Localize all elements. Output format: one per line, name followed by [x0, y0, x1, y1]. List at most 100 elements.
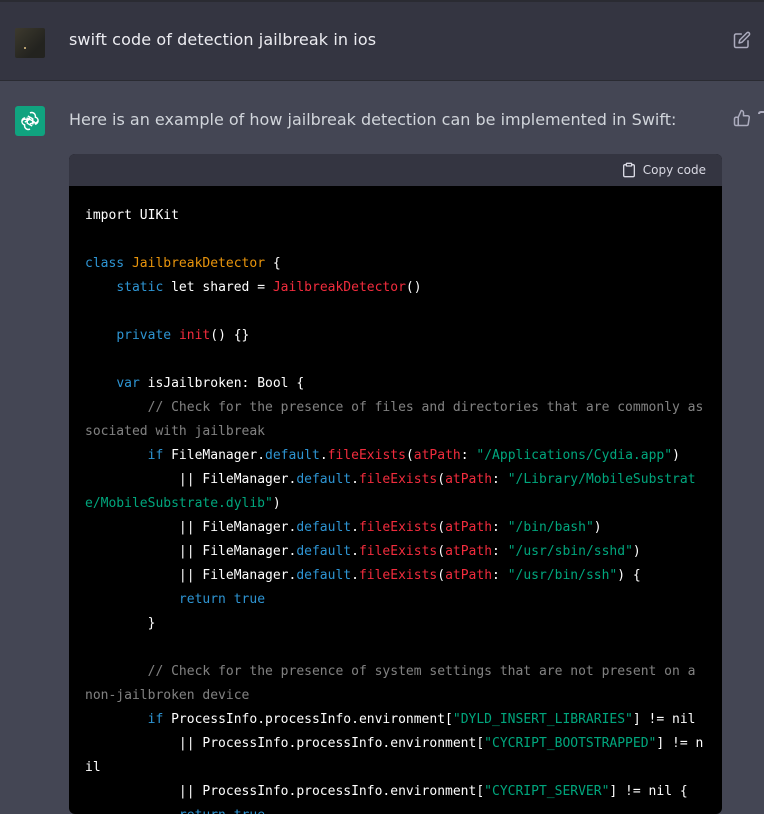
code-content[interactable]: import UIKit class JailbreakDetector { s… — [69, 186, 722, 814]
copy-code-button[interactable]: Copy code — [621, 162, 706, 178]
code-token: () {} — [210, 328, 250, 343]
code-line: || FileManager.default.fileExists(atPath… — [85, 516, 706, 540]
thumbs-down-icon[interactable] — [758, 111, 764, 125]
code-token: atPath — [445, 568, 493, 583]
code-token: JailbreakDetector — [272, 280, 406, 295]
code-token: default — [296, 472, 352, 487]
code-token: "/usr/sbin/sshd" — [507, 544, 633, 559]
code-token: ) — [672, 448, 680, 463]
code-line: || ProcessInfo.processInfo.environment["… — [85, 780, 706, 804]
code-token: ) { — [617, 568, 641, 583]
code-token: : — [492, 520, 508, 535]
code-token: : — [492, 472, 508, 487]
code-line: || FileManager.default.fileExists(atPath… — [85, 468, 706, 516]
code-token: ) — [632, 544, 641, 559]
code-token: var — [116, 376, 140, 391]
code-token: "CYCRIPT_BOOTSTRAPPED" — [484, 736, 657, 751]
code-token: : — [492, 568, 508, 583]
clipboard-icon — [622, 162, 635, 178]
code-block-header: Copy code — [69, 154, 722, 186]
code-line: return true — [85, 588, 706, 612]
code-token: default — [296, 568, 352, 583]
code-token: true — [234, 808, 265, 814]
code-token: fileExists — [358, 568, 438, 583]
code-token: atPath — [445, 544, 493, 559]
code-line: } — [85, 612, 706, 636]
code-line: || FileManager.default.fileExists(atPath… — [85, 540, 706, 564]
user-avatar — [15, 28, 45, 58]
code-token: atPath — [445, 520, 493, 535]
code-line: class JailbreakDetector { — [85, 252, 706, 276]
code-token: . — [351, 472, 359, 487]
code-token: : — [460, 448, 477, 463]
code-line: || ProcessInfo.processInfo.environment["… — [85, 732, 706, 780]
code-token: // Check for the presence of files and d… — [85, 400, 704, 439]
code-token: ( — [437, 520, 446, 535]
code-token: isJailbroken: Bool { — [139, 376, 305, 391]
code-token: init — [178, 328, 211, 343]
code-token: { — [265, 256, 281, 271]
code-token: fileExists — [358, 544, 438, 559]
code-token: ] != nil — [632, 712, 696, 727]
thumbs-up-icon[interactable] — [733, 109, 751, 127]
code-token: let shared = — [163, 280, 273, 295]
code-token: static — [116, 280, 164, 295]
code-token: "/bin/bash" — [507, 520, 594, 535]
code-token: } — [85, 616, 156, 631]
code-token: "DYLD_INSERT_LIBRARIES" — [452, 712, 633, 727]
copy-code-label: Copy code — [642, 163, 706, 177]
code-token: if — [147, 712, 164, 727]
code-token: . — [351, 568, 359, 583]
code-token: ProcessInfo.processInfo.environment[ — [163, 712, 453, 727]
code-token: ) — [593, 520, 602, 535]
code-line: if FileManager.default.fileExists(atPath… — [85, 444, 706, 468]
code-line: import UIKit — [85, 204, 706, 228]
code-token: if — [147, 448, 164, 463]
code-line: private init() {} — [85, 324, 706, 348]
code-token: atPath — [413, 448, 461, 463]
code-token: // Check for the presence of system sett… — [85, 664, 704, 703]
code-token: fileExists — [358, 520, 438, 535]
code-token: () — [405, 280, 422, 295]
code-token: ( — [437, 568, 446, 583]
code-token: . — [351, 520, 359, 535]
edit-icon[interactable] — [733, 31, 751, 49]
code-token: private — [116, 328, 172, 343]
code-line: if ProcessInfo.processInfo.environment["… — [85, 708, 706, 732]
openai-logo-icon — [21, 111, 39, 131]
code-token: import UIKit — [85, 208, 179, 223]
code-token: ( — [437, 472, 446, 487]
user-message-text: swift code of detection jailbreak in ios — [69, 30, 377, 49]
code-block: Copy code import UIKit class JailbreakDe… — [69, 154, 722, 814]
code-token: || FileManager. — [85, 520, 297, 535]
code-line: || FileManager.default.fileExists(atPath… — [85, 564, 706, 588]
code-token: || FileManager. — [85, 568, 297, 583]
code-line: // Check for the presence of system sett… — [85, 660, 706, 708]
code-token: || FileManager. — [85, 472, 297, 487]
code-token: "/Applications/Cydia.app" — [476, 448, 673, 463]
code-token: || ProcessInfo.processInfo.environment[ — [85, 736, 485, 751]
code-token: JailbreakDetector — [131, 256, 266, 271]
code-token: atPath — [445, 472, 493, 487]
code-token: ] != nil { — [609, 784, 688, 799]
code-token: class — [85, 256, 125, 271]
code-token: return — [178, 592, 226, 607]
code-token: true — [233, 592, 266, 607]
user-message-row: swift code of detection jailbreak in ios — [0, 0, 764, 81]
code-token: FileManager. — [163, 448, 266, 463]
code-token: . — [319, 448, 328, 463]
code-token: || ProcessInfo.processInfo.environment[ — [85, 784, 485, 799]
code-token: default — [296, 520, 352, 535]
